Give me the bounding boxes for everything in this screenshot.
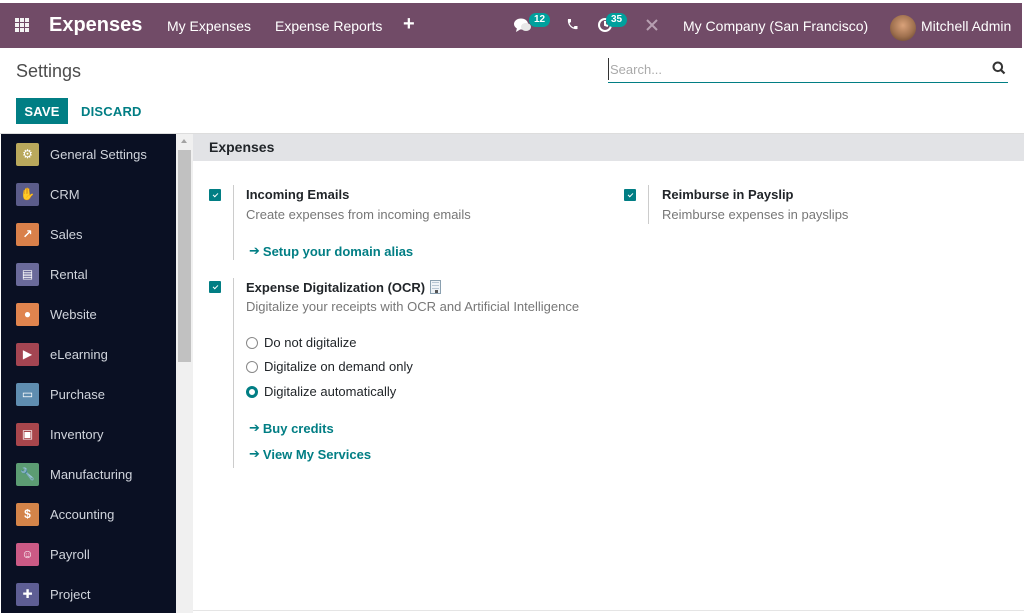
- sidebar-item-label: Sales: [50, 226, 83, 242]
- activities-count-badge: 35: [606, 13, 628, 27]
- sidebar-item-elearning[interactable]: ▶ eLearning: [16, 342, 108, 366]
- reimburse-payslip-title: Reimburse in Payslip: [662, 187, 794, 202]
- sidebar-item-label: Project: [50, 586, 91, 602]
- ocr-title: Expense Digitalization (OCR): [246, 280, 442, 295]
- handshake-icon: ✋: [16, 182, 39, 206]
- setting-divider: [233, 185, 234, 260]
- invoice-icon: $: [16, 502, 39, 526]
- setup-domain-alias-link[interactable]: ➔ Setup your domain alias: [249, 243, 413, 259]
- search-bar: [608, 58, 1008, 83]
- setting-divider: [233, 278, 234, 468]
- view-my-services-link[interactable]: ➔ View My Services: [249, 446, 371, 462]
- buy-credits-link[interactable]: ➔ Buy credits: [249, 420, 334, 436]
- menu-my-expenses[interactable]: My Expenses: [167, 18, 251, 34]
- buy-credits-label: Buy credits: [262, 420, 334, 436]
- sidebar-item-payroll[interactable]: ☺ Payroll: [16, 542, 90, 566]
- elearning-icon: ▶: [16, 342, 39, 366]
- wrench-icon: 🔧: [16, 462, 39, 486]
- app-brand[interactable]: Expenses: [49, 14, 142, 37]
- view-my-services-label: View My Services: [262, 446, 372, 462]
- app-menu-grid-icon[interactable]: [15, 18, 31, 32]
- arrow-right-icon: ➔: [249, 243, 260, 258]
- search-icon[interactable]: [992, 61, 1006, 75]
- enterprise-building-icon: [430, 280, 442, 294]
- ocr-option-do-not-digitalize[interactable]: Do not digitalize: [246, 335, 357, 350]
- sidebar-item-general-settings[interactable]: ⚙ General Settings: [16, 142, 147, 166]
- sidebar-item-website[interactable]: ● Website: [16, 302, 97, 326]
- divider: [193, 610, 1024, 611]
- plus-icon[interactable]: +: [403, 13, 415, 36]
- sidebar-item-purchase[interactable]: ▭ Purchase: [16, 382, 105, 406]
- rental-icon: ▤: [16, 262, 39, 286]
- incoming-emails-title: Incoming Emails: [246, 187, 350, 202]
- arrow-right-icon: ➔: [249, 446, 260, 461]
- puzzle-icon: ✚: [16, 582, 39, 606]
- ocr-title-label: Expense Digitalization (OCR): [246, 280, 426, 295]
- globe-icon: ●: [16, 302, 39, 326]
- radio-label: Digitalize on demand only: [264, 359, 413, 374]
- ocr-option-automatically[interactable]: Digitalize automatically: [246, 384, 396, 399]
- sidebar-item-rental[interactable]: ▤ Rental: [16, 262, 88, 286]
- reimburse-payslip-description: Reimburse expenses in payslips: [662, 207, 849, 222]
- ocr-checkbox[interactable]: [209, 281, 221, 293]
- setting-divider: [648, 185, 649, 224]
- sidebar-item-manufacturing[interactable]: 🔧 Manufacturing: [16, 462, 132, 486]
- company-switcher[interactable]: My Company (San Francisco): [683, 18, 868, 34]
- user-menu[interactable]: Mitchell Admin: [921, 18, 1011, 34]
- setup-domain-alias-label: Setup your domain alias: [262, 243, 414, 259]
- incoming-emails-description: Create expenses from incoming emails: [246, 207, 471, 222]
- chart-line-icon: ↗: [16, 222, 39, 246]
- radio-button[interactable]: [246, 336, 258, 349]
- radio-label: Digitalize automatically: [264, 384, 397, 399]
- box-icon: ▣: [16, 422, 39, 446]
- sidebar-item-label: Website: [50, 306, 97, 322]
- payroll-icon: ☺: [16, 542, 39, 566]
- phone-icon[interactable]: [566, 18, 578, 34]
- search-input[interactable]: [608, 58, 988, 80]
- scroll-thumb[interactable]: [178, 150, 191, 362]
- settings-sidebar: ⚙ General Settings ✋ CRM ↗ Sales ▤ Rental ● Websi…: [1, 134, 176, 613]
- credit-card-icon: ▭: [16, 382, 39, 406]
- sidebar-item-label: Rental: [50, 266, 88, 282]
- section-header: Expenses: [193, 134, 1024, 161]
- ocr-description: Digitalize your receipts with OCR and Ar…: [246, 299, 580, 314]
- sidebar-item-label: Purchase: [50, 386, 105, 402]
- messages-count-badge: 12: [529, 13, 551, 27]
- user-avatar[interactable]: [890, 15, 916, 41]
- debug-tools-icon[interactable]: [645, 18, 659, 35]
- sidebar-item-label: eLearning: [50, 346, 108, 362]
- page-title: Settings: [16, 61, 82, 81]
- scroll-up-arrow-icon[interactable]: [181, 139, 187, 143]
- section-title: Expenses: [209, 139, 275, 155]
- radio-label: Do not digitalize: [264, 335, 357, 350]
- discard-button[interactable]: DISCARD: [81, 98, 142, 124]
- menu-expense-reports[interactable]: Expense Reports: [275, 18, 382, 34]
- radio-button[interactable]: [246, 360, 258, 373]
- sidebar-item-label: Manufacturing: [50, 466, 133, 482]
- top-navbar: Expenses My Expenses Expense Reports + 1…: [0, 3, 1022, 48]
- sidebar-scrollbar[interactable]: [176, 134, 193, 613]
- gear-icon: ⚙: [16, 142, 39, 166]
- reimburse-payslip-checkbox[interactable]: [624, 189, 636, 201]
- sidebar-item-label: Payroll: [50, 546, 90, 562]
- incoming-emails-checkbox[interactable]: [209, 189, 221, 201]
- sidebar-item-sales[interactable]: ↗ Sales: [16, 222, 83, 246]
- sidebar-item-label: Accounting: [50, 506, 115, 522]
- save-button[interactable]: SAVE: [16, 98, 68, 124]
- sidebar-item-accounting[interactable]: $ Accounting: [16, 502, 114, 526]
- sidebar-item-crm[interactable]: ✋ CRM: [16, 182, 80, 206]
- sidebar-item-label: CRM: [50, 186, 80, 202]
- sidebar-item-inventory[interactable]: ▣ Inventory: [16, 422, 103, 446]
- sidebar-item-label: Inventory: [50, 426, 104, 442]
- sidebar-item-label: General Settings: [50, 146, 147, 162]
- sidebar-item-project[interactable]: ✚ Project: [16, 582, 90, 606]
- arrow-right-icon: ➔: [249, 420, 260, 435]
- radio-button-selected[interactable]: [246, 385, 258, 398]
- ocr-option-on-demand[interactable]: Digitalize on demand only: [246, 359, 413, 374]
